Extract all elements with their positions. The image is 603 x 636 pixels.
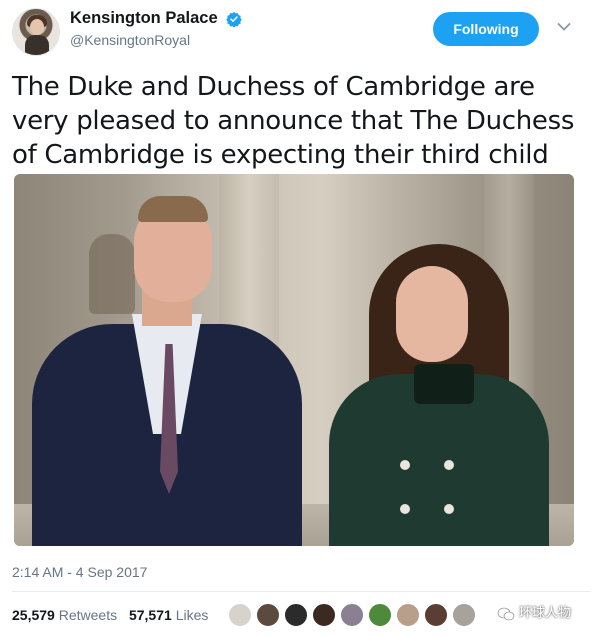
retweets-stat[interactable]: 25,579 Retweets (12, 607, 117, 623)
likes-count: 57,571 (128, 607, 172, 623)
wechat-icon (497, 607, 515, 620)
tweet-text: The Duke and Duchess of Cambridge are ve… (12, 72, 575, 170)
verified-badge-icon (226, 11, 242, 27)
woman-face (396, 266, 468, 362)
avatar-body (25, 35, 49, 55)
woman-collar (414, 364, 474, 404)
display-name[interactable]: Kensington Palace (70, 9, 218, 28)
chevron-down-icon[interactable] (557, 22, 571, 32)
background-lamp (89, 234, 135, 314)
coat-button (400, 504, 410, 514)
likes-label: Likes (175, 607, 209, 623)
coat-button (444, 504, 454, 514)
liker-avatar[interactable] (368, 603, 392, 627)
likes-stat[interactable]: 57,571 Likes (129, 607, 208, 623)
handle[interactable]: @KensingtonRoyal (70, 32, 242, 48)
liker-avatar[interactable] (284, 603, 308, 627)
avatar-face (30, 19, 44, 35)
liker-avatar[interactable] (452, 603, 476, 627)
author-names: Kensington Palace @KensingtonRoyal (70, 9, 242, 48)
divider (12, 591, 590, 592)
liker-avatar[interactable] (396, 603, 420, 627)
watermark: 环球人物 (497, 602, 571, 621)
tweet-stats: 25,579 Retweets 57,571 Likes (12, 607, 216, 623)
following-button[interactable]: Following (433, 12, 539, 46)
tweet-timestamp[interactable]: 2:14 AM - 4 Sep 2017 (12, 564, 147, 580)
coat-button (400, 460, 410, 470)
retweets-label: Retweets (58, 607, 118, 623)
tweet-header: Kensington Palace @KensingtonRoyal Follo… (12, 8, 592, 58)
liker-avatar[interactable] (256, 603, 280, 627)
coat-button (444, 460, 454, 470)
liker-avatar[interactable] (424, 603, 448, 627)
retweets-count: 25,579 (12, 607, 55, 623)
liker-avatar[interactable] (312, 603, 336, 627)
man-hair (138, 196, 208, 222)
avatar[interactable] (12, 8, 60, 56)
watermark-text: 环球人物 (519, 606, 572, 621)
liker-avatar[interactable] (340, 603, 364, 627)
liker-avatar[interactable] (228, 603, 252, 627)
tweet-photo[interactable] (14, 174, 574, 546)
